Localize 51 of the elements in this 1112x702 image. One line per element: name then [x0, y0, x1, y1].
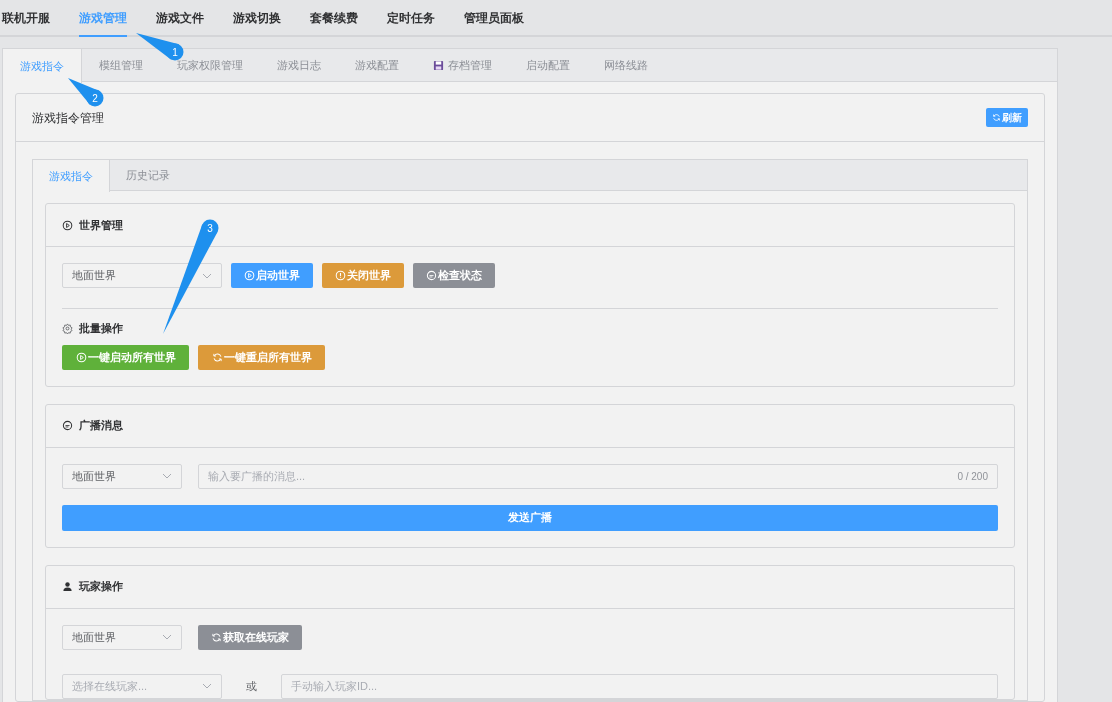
- callout-tooltip: 2: [67, 77, 105, 108]
- section-title: 世界管理: [79, 217, 123, 233]
- player-id-input-field[interactable]: 手动输入玩家ID...: [281, 673, 998, 699]
- select-field[interactable]: 地面世界: [62, 263, 222, 288]
- gear-icon: [62, 322, 73, 334]
- refresh-icon: [211, 351, 223, 363]
- nav-tab[interactable]: 定时任务: [387, 0, 435, 37]
- refresh-icon: [211, 631, 222, 643]
- section-subtitle: 批量操作: [79, 321, 123, 336]
- message-input-field[interactable]: 输入要广播的消息... 0 / 200: [198, 463, 998, 489]
- action-button[interactable]: 一键启动所有世界: [62, 344, 189, 370]
- tab[interactable]: 存档管理: [433, 57, 492, 74]
- action-button[interactable]: 启动世界: [231, 263, 313, 288]
- play-circle-icon: [75, 351, 87, 363]
- tab[interactable]: 网络线路: [604, 57, 648, 74]
- info-circle-icon: [335, 270, 346, 281]
- tab[interactable]: 启动配置: [526, 57, 570, 74]
- play-circle-icon: [62, 219, 73, 231]
- tab[interactable]: 游戏配置: [355, 57, 399, 74]
- tab[interactable]: 游戏日志: [277, 57, 321, 74]
- section-title: 广播消息: [79, 418, 123, 434]
- panel-title: 游戏指令管理: [32, 109, 104, 127]
- character-counter: 0 / 200: [957, 469, 988, 484]
- or-label: 或: [246, 678, 257, 694]
- select-field[interactable]: 选择在线玩家...: [62, 673, 222, 699]
- chevron-down-icon: [202, 683, 212, 689]
- refresh-icon: [992, 113, 1001, 122]
- action-button[interactable]: 获取在线玩家: [198, 624, 302, 650]
- nav-tab[interactable]: 管理员面板: [464, 0, 524, 37]
- tab[interactable]: 历史记录: [110, 160, 186, 191]
- send-broadcast-button[interactable]: 发送广播: [62, 504, 998, 531]
- chevron-down-icon: [162, 634, 172, 640]
- user-icon: [62, 581, 73, 592]
- chat-icon: [426, 270, 437, 281]
- chevron-down-icon: [202, 272, 212, 279]
- tab[interactable]: 游戏指令: [3, 49, 82, 83]
- select-field[interactable]: 地面世界: [62, 624, 182, 650]
- chat-icon: [62, 420, 73, 431]
- action-button[interactable]: 一键重启所有世界: [198, 344, 325, 370]
- section-title: 玩家操作: [79, 579, 123, 595]
- select-field[interactable]: 地面世界: [62, 463, 182, 489]
- action-button[interactable]: 检查状态: [413, 263, 495, 288]
- play-circle-icon: [244, 270, 255, 281]
- tab[interactable]: 游戏指令: [33, 160, 110, 192]
- nav-tab[interactable]: 游戏切换: [233, 0, 281, 37]
- action-button[interactable]: 关闭世界: [322, 263, 404, 288]
- nav-tab[interactable]: 套餐续费: [310, 0, 358, 37]
- refresh-button[interactable]: 刷新: [986, 108, 1028, 127]
- chevron-down-icon: [162, 473, 172, 479]
- nav-tab[interactable]: 游戏管理: [79, 0, 127, 37]
- nav-tab[interactable]: 联机开服: [2, 0, 50, 37]
